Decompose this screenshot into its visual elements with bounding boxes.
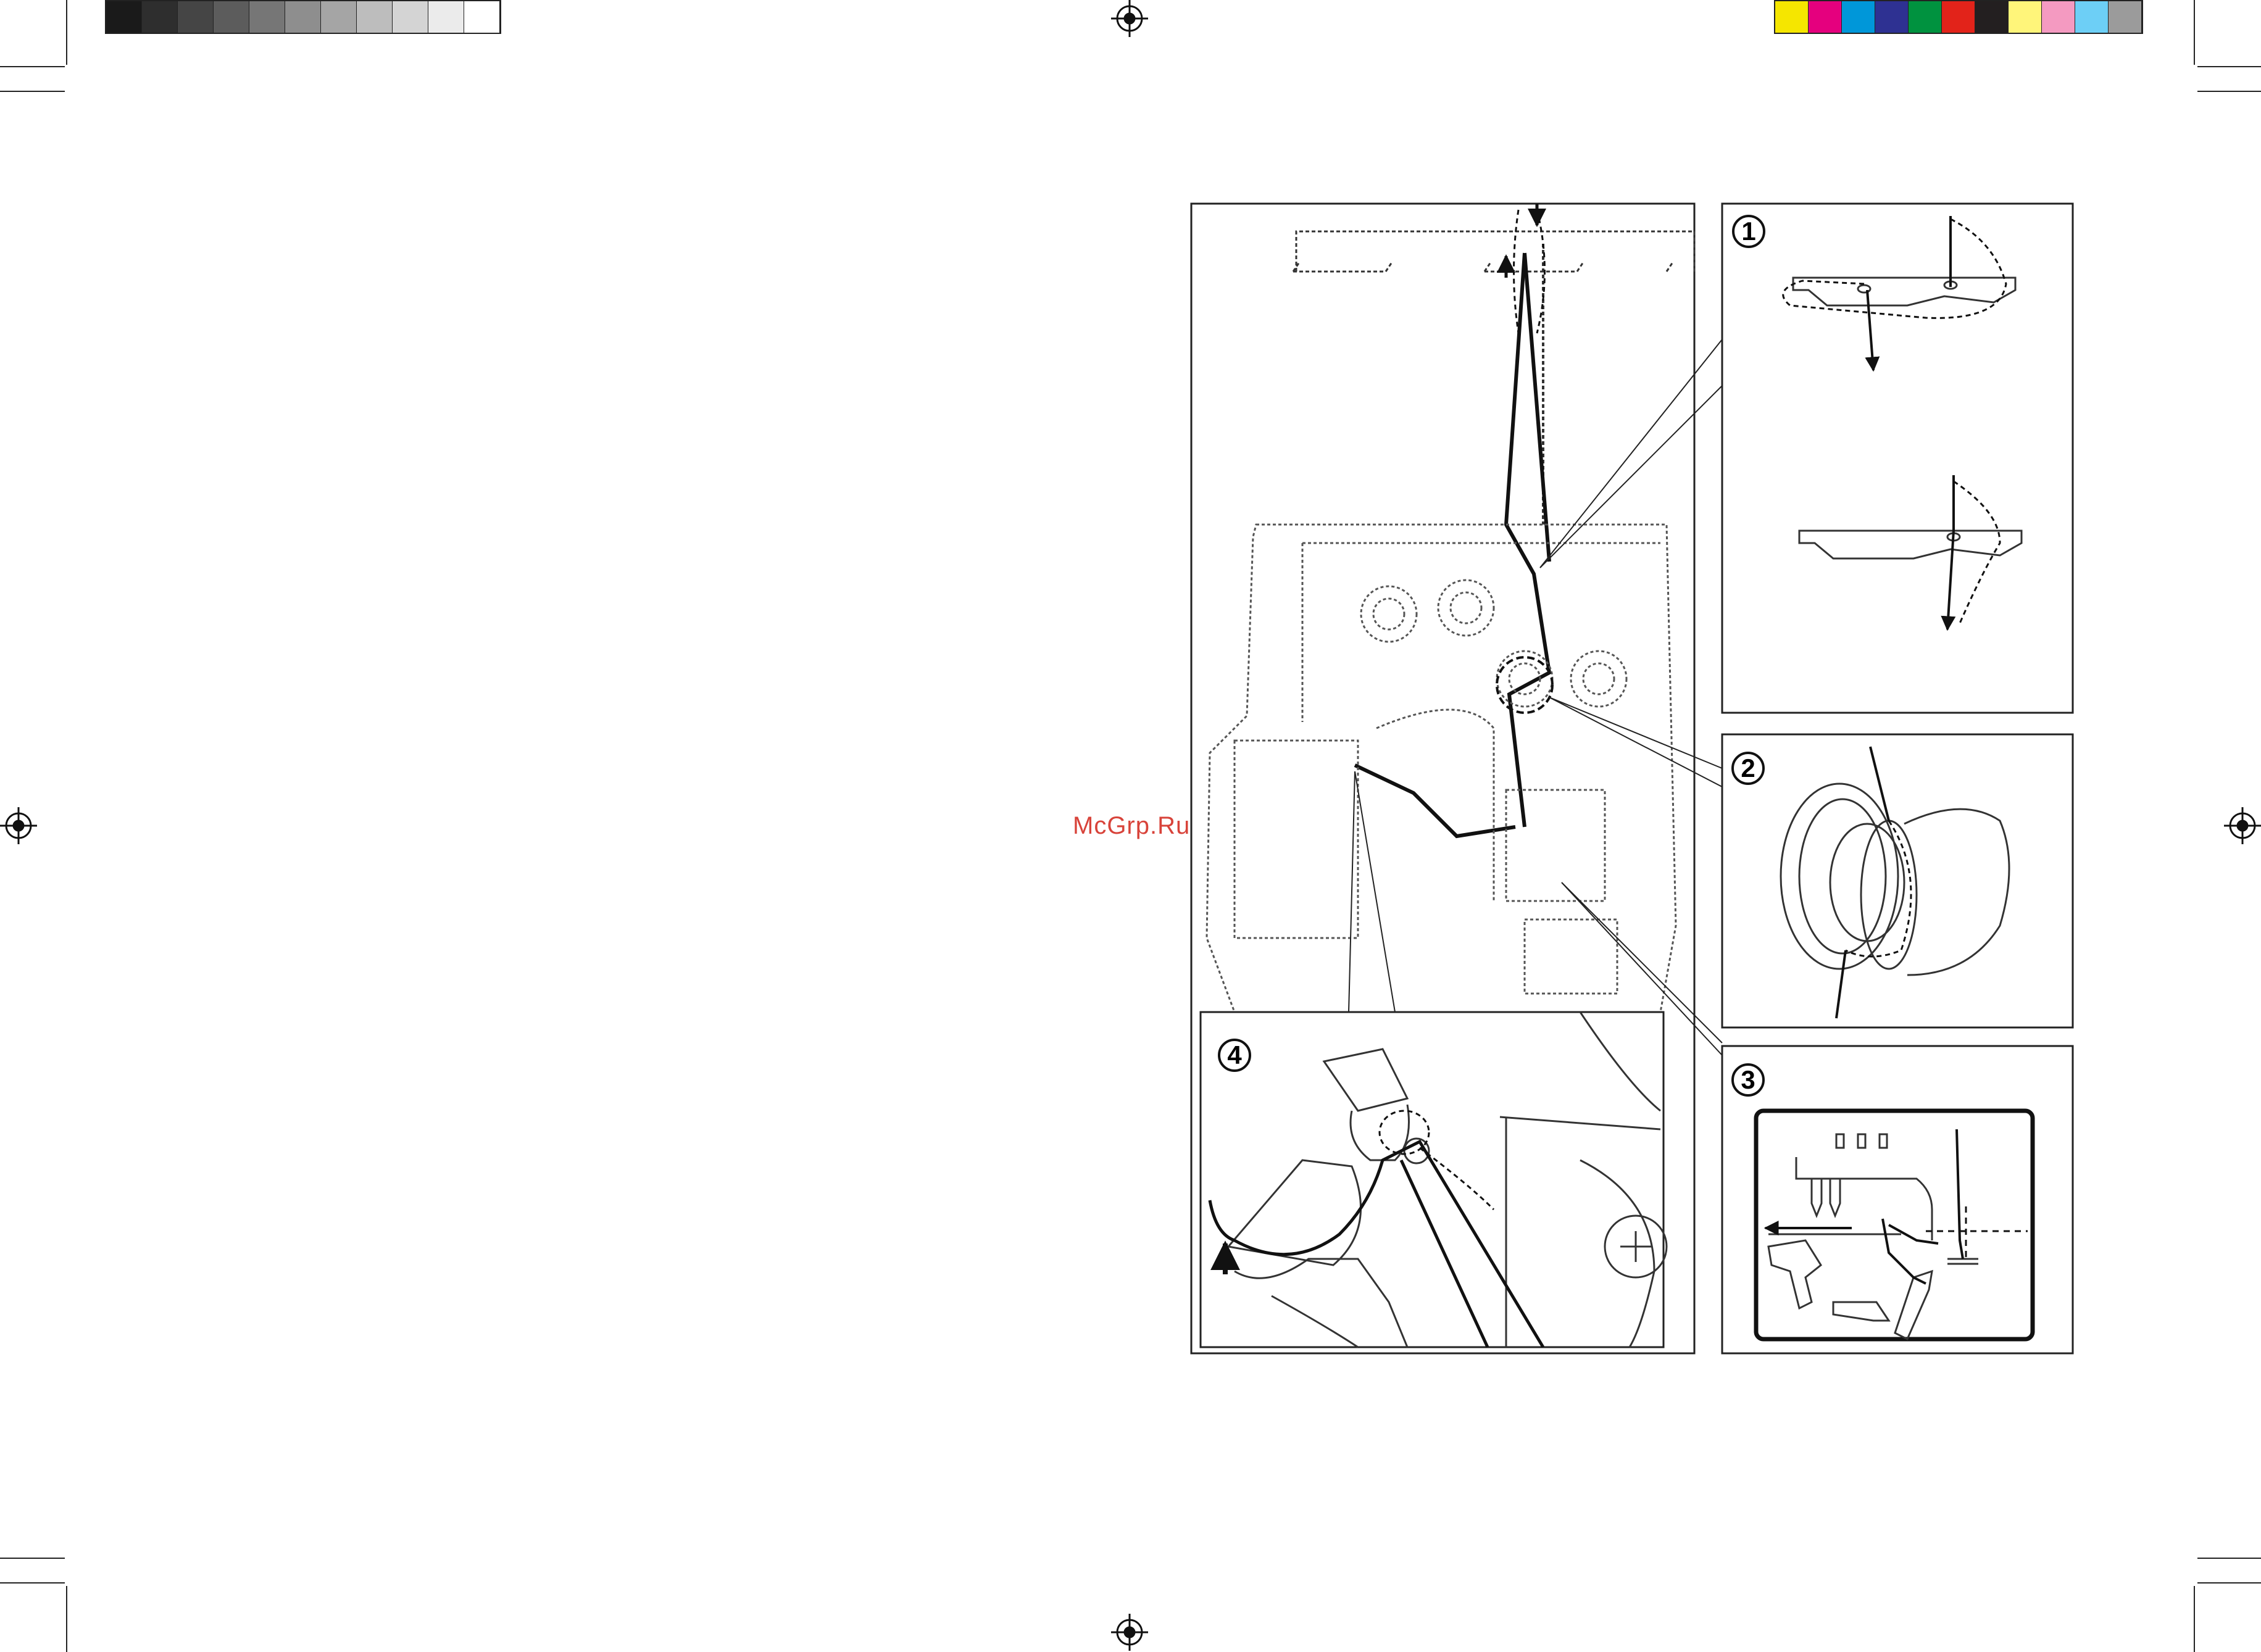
detail-panel-2: 2 — [1721, 733, 2074, 1029]
detail-panel-3: 3 — [1721, 1045, 2074, 1355]
detail-panel-4: 4 — [1199, 1011, 1668, 1348]
registration-target-icon — [2224, 807, 2261, 844]
callout-leaders — [1348, 339, 1723, 1056]
callout-number-4: 4 — [1227, 1040, 1242, 1069]
callout-number-1: 1 — [1741, 217, 1755, 246]
callout-number-2: 2 — [1741, 753, 1755, 782]
registration-target-icon — [1111, 0, 1148, 37]
tension-dials — [1360, 579, 1628, 708]
detail-panel-1: 1 — [1721, 202, 2074, 714]
callout-number-3: 3 — [1741, 1065, 1755, 1094]
registration-target-icon — [0, 807, 37, 844]
serger-body — [1205, 523, 1677, 1013]
registration-target-icon — [1111, 1614, 1148, 1651]
watermark: McGrp.Ru — [1073, 812, 1191, 839]
thread-stand — [1292, 230, 1696, 273]
thread-path — [1354, 252, 1552, 839]
